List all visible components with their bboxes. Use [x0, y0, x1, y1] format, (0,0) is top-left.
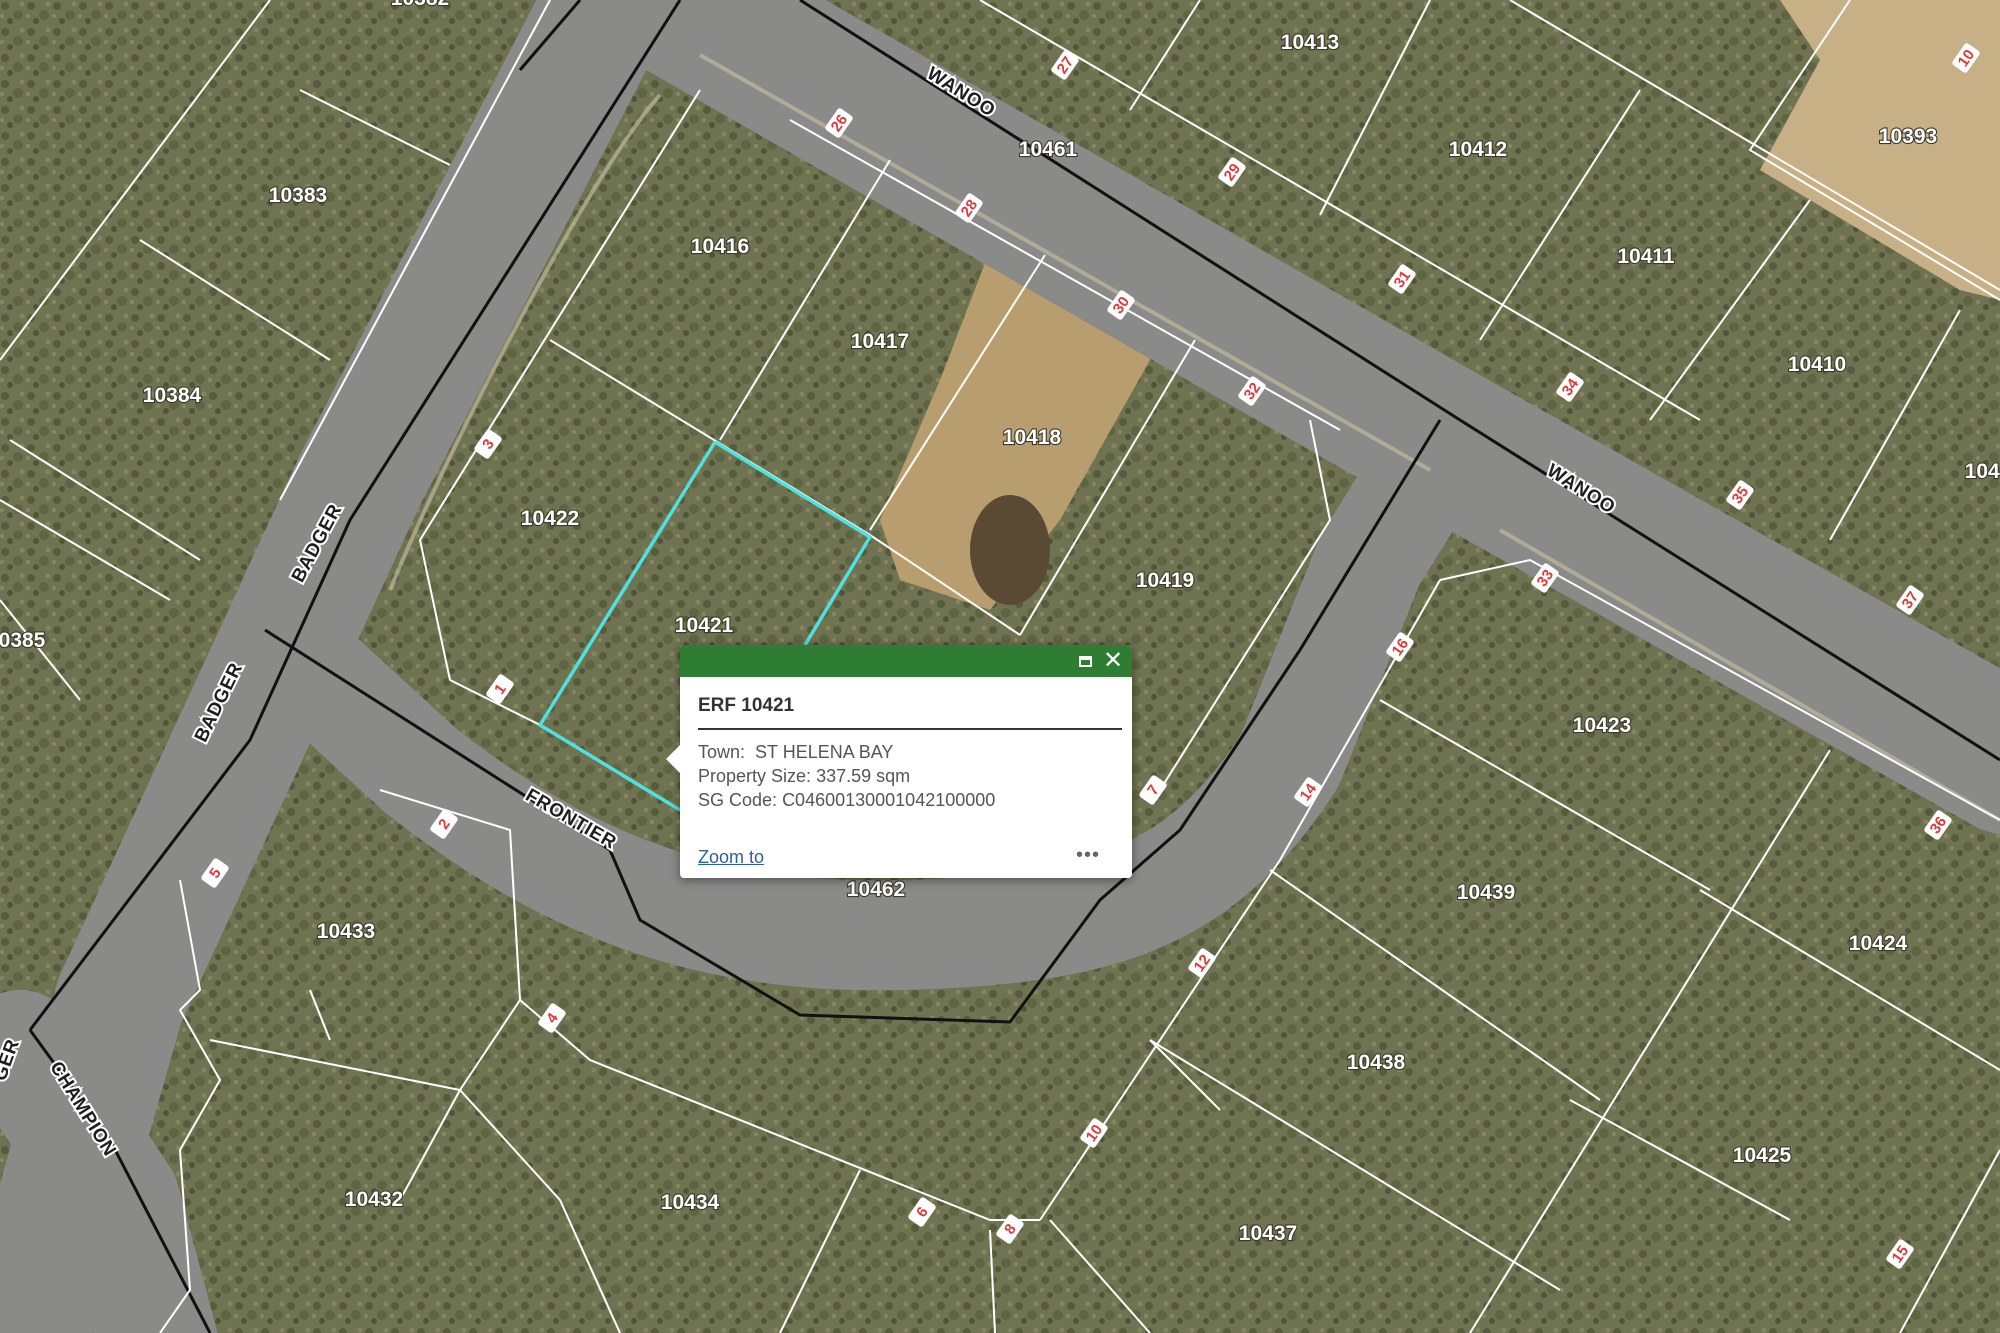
- parcel-label-10424: 10424: [1849, 932, 1908, 955]
- parcel-label-10432: 10432: [345, 1188, 403, 1211]
- more-options-icon[interactable]: •••: [1076, 845, 1100, 865]
- field-town: Town: ST HELENA BAY: [698, 742, 894, 762]
- parcel-label-10439: 10439: [1457, 881, 1515, 904]
- parcel-label-10412: 10412: [1449, 138, 1507, 161]
- parcel-label-10383: 10383: [269, 184, 327, 207]
- parcel-label-10425: 10425: [1733, 1144, 1792, 1167]
- excavation: [970, 495, 1050, 605]
- parcel-label-10382: 10382: [391, 0, 449, 10]
- field-property-size: Property Size: 337.59 sqm: [698, 766, 911, 786]
- parcel-label-10433: 10433: [317, 920, 375, 943]
- popup-pointer: [666, 745, 680, 773]
- parcel-label-10438: 10438: [1347, 1051, 1406, 1074]
- parcel-label-10384: 10384: [143, 384, 202, 407]
- parcel-label-10413: 10413: [1281, 31, 1339, 54]
- parcel-label-10410: 10410: [1788, 353, 1846, 376]
- parcel-label-10416: 10416: [691, 235, 749, 258]
- parcel-label-10421: 10421: [675, 614, 734, 637]
- parcel-label-10385: 0385: [0, 629, 46, 652]
- parcel-label-10462: 10462: [847, 878, 905, 901]
- popup-title: ERF 10421: [698, 695, 795, 716]
- popup-divider: [698, 728, 1122, 730]
- zoom-to-link[interactable]: Zoom to: [698, 847, 764, 868]
- parcel-label-10437: 10437: [1239, 1222, 1297, 1245]
- parcel-label-10434: 10434: [661, 1191, 720, 1214]
- parcel-label-10418: 10418: [1003, 426, 1062, 449]
- popup-fields: Town: ST HELENA BAY Property Size: 337.5…: [698, 740, 995, 812]
- feature-popup[interactable]: ✕ ERF 10421 Town: ST HELENA BAY Property…: [666, 645, 1132, 878]
- close-icon[interactable]: ✕: [1102, 649, 1124, 673]
- maximize-icon[interactable]: [1074, 650, 1096, 672]
- field-sg-code: SG Code: C04600130001042100000: [698, 790, 996, 810]
- parcel-label-10417: 10417: [851, 330, 909, 353]
- parcel-label-10393: 10393: [1879, 125, 1937, 148]
- parcel-label-10461: 10461: [1019, 138, 1078, 161]
- parcel-label-10423: 10423: [1573, 714, 1631, 737]
- parcel-label-10422: 10422: [521, 507, 579, 530]
- parcel-label-10419: 10419: [1136, 569, 1194, 592]
- popup-header: ✕: [680, 645, 1132, 677]
- parcel-label-1040: 1040: [1965, 460, 2000, 483]
- parcel-label-10411: 10411: [1617, 245, 1675, 268]
